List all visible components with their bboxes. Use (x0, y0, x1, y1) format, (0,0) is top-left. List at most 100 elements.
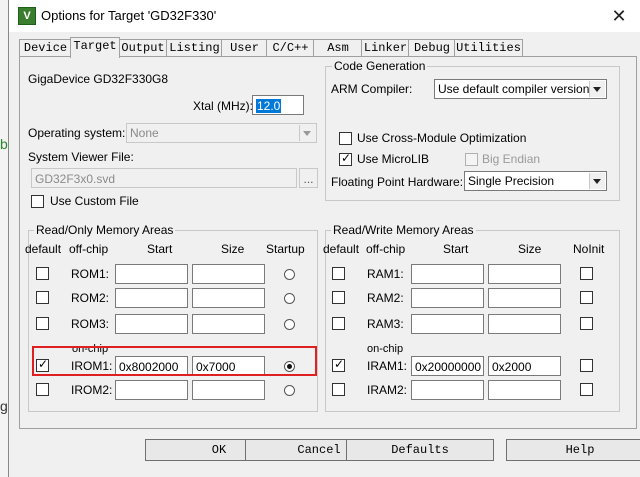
ro-header-default: default (25, 242, 62, 256)
ro-header-offchip: off-chip (69, 242, 109, 256)
device-name: GigaDevice GD32F330G8 (28, 72, 169, 86)
ro-start-input-5[interactable] (115, 380, 188, 400)
rw-onchip-label: on-chip (367, 343, 404, 355)
ro-default-checkbox-4[interactable]: ✓ (36, 357, 49, 372)
ro-default-checkbox-5[interactable] (36, 383, 49, 396)
background-text-b: b (0, 136, 8, 152)
svf-input[interactable]: GD32F3x0.svd (31, 168, 297, 188)
rw-start-input-1[interactable] (411, 264, 484, 284)
ro-size-input-5[interactable] (192, 380, 265, 400)
tab-c-cpp[interactable]: C/C++ (266, 39, 315, 57)
rw-default-checkbox-5[interactable] (332, 383, 345, 396)
fpu-label: Floating Point Hardware: (331, 175, 464, 189)
ro-startup-radio-1[interactable] (284, 269, 295, 280)
ro-startup-radio-2[interactable] (284, 293, 295, 304)
check-icon: ✓ (341, 151, 352, 165)
svf-browse-button[interactable]: ... (299, 168, 318, 188)
close-button[interactable]: ✕ (601, 2, 637, 30)
arm-compiler-select[interactable]: Use default compiler version 5 (434, 79, 607, 99)
rw-default-checkbox-2[interactable] (332, 291, 345, 304)
os-select[interactable]: None (126, 123, 317, 143)
use-custom-file-label: Use Custom File (50, 194, 139, 208)
rw-noinit-checkbox-2[interactable] (580, 291, 593, 304)
rw-default-checkbox-1[interactable] (332, 267, 345, 280)
options-dialog: V Options for Target 'GD32F330' ✕ Device… (8, 0, 640, 477)
chevron-down-icon (299, 125, 315, 141)
microlib-checkbox[interactable]: ✓ (339, 151, 352, 166)
cross-module-label: Use Cross-Module Optimization (357, 131, 527, 145)
ro-default-checkbox-1[interactable] (36, 267, 49, 280)
check-icon: ✓ (334, 357, 345, 371)
rw-header-start: Start (443, 242, 469, 256)
big-endian-label: Big Endian (482, 152, 541, 166)
ro-onchip-label: on-chip (72, 343, 109, 355)
rw-start-input-3[interactable] (411, 314, 484, 334)
rw-header-default: default (323, 242, 360, 256)
ro-default-checkbox-3[interactable] (36, 317, 49, 330)
rw-noinit-checkbox-3[interactable] (580, 317, 593, 330)
chevron-down-icon (589, 81, 605, 97)
help-button[interactable]: Help (506, 439, 640, 461)
defaults-button[interactable]: Defaults (346, 439, 494, 461)
rw-row-label-1: RAM1: (367, 267, 404, 281)
ro-default-checkbox-2[interactable] (36, 291, 49, 304)
rw-size-input-5[interactable] (488, 380, 561, 400)
ro-size-input-1[interactable] (192, 264, 265, 284)
xtal-value: 12.0 (256, 99, 282, 113)
rw-header-offchip: off-chip (366, 242, 406, 256)
rw-noinit-checkbox-5[interactable] (580, 383, 593, 396)
microlib-label: Use MicroLIB (357, 152, 430, 166)
cross-module-checkbox[interactable] (339, 132, 352, 145)
rw-row-label-2: RAM2: (367, 291, 404, 305)
tab-device[interactable]: Device (19, 39, 72, 57)
tab-utilities[interactable]: Utilities (454, 39, 523, 57)
tab-asm[interactable]: Asm (313, 39, 363, 57)
window-title: Options for Target 'GD32F330' (41, 8, 217, 23)
ro-size-input-2[interactable] (192, 288, 265, 308)
rw-size-input-1[interactable] (488, 264, 561, 284)
xtal-label-text: Xtal (MHz): (193, 99, 253, 113)
rw-row-label-5: IRAM2: (367, 383, 408, 397)
xtal-input[interactable]: 12.0 (252, 95, 304, 115)
ro-header-size: Size (221, 242, 245, 256)
ro-size-input-4[interactable]: 0x7000 (192, 356, 265, 376)
rw-start-input-4[interactable]: 0x20000000 (411, 356, 484, 376)
ro-start-input-4[interactable]: 0x8002000 (115, 356, 188, 376)
rw-default-checkbox-3[interactable] (332, 317, 345, 330)
tab-output[interactable]: Output (118, 39, 168, 57)
rw-default-checkbox-4[interactable]: ✓ (332, 357, 345, 372)
ro-startup-radio-3[interactable] (284, 319, 295, 330)
use-custom-file-checkbox[interactable] (31, 195, 44, 208)
keil-logo-icon: V (18, 7, 36, 25)
rw-size-input-3[interactable] (488, 314, 561, 334)
check-icon: ✓ (38, 357, 49, 371)
tab-linker[interactable]: Linker (361, 39, 410, 57)
chevron-down-icon (589, 173, 605, 189)
target-tab-panel: GigaDevice GD32F330G8 Xtal (MHz): 12.0 O… (19, 56, 637, 429)
fpu-select[interactable]: Single Precision (464, 171, 607, 191)
ro-memory-title: Read/Only Memory Areas (34, 223, 176, 237)
tab-target[interactable]: Target (70, 37, 120, 58)
tab-user[interactable]: User (221, 39, 268, 57)
big-endian-checkbox[interactable] (465, 153, 478, 166)
rw-noinit-checkbox-1[interactable] (580, 267, 593, 280)
xtal-label: Xtal (MHz): (193, 99, 253, 113)
rw-header-size: Size (518, 242, 542, 256)
ro-size-input-3[interactable] (192, 314, 265, 334)
rw-noinit-checkbox-4[interactable] (580, 359, 593, 372)
ro-start-input-2[interactable] (115, 288, 188, 308)
rw-size-input-2[interactable] (488, 288, 561, 308)
ro-startup-radio-4[interactable] (284, 361, 295, 372)
ro-start-input-1[interactable] (115, 264, 188, 284)
svf-label: System Viewer File: (28, 150, 134, 164)
ro-start-input-3[interactable] (115, 314, 188, 334)
tab-listing[interactable]: Listing (166, 39, 223, 57)
tab-debug[interactable]: Debug (408, 39, 456, 57)
rw-row-label-3: RAM3: (367, 317, 404, 331)
ro-row-label-1: ROM1: (71, 267, 110, 281)
rw-start-input-2[interactable] (411, 288, 484, 308)
rw-start-input-5[interactable] (411, 380, 484, 400)
rw-size-input-4[interactable]: 0x2000 (488, 356, 561, 376)
ro-startup-radio-5[interactable] (284, 385, 295, 396)
ro-row-label-3: ROM3: (71, 317, 110, 331)
